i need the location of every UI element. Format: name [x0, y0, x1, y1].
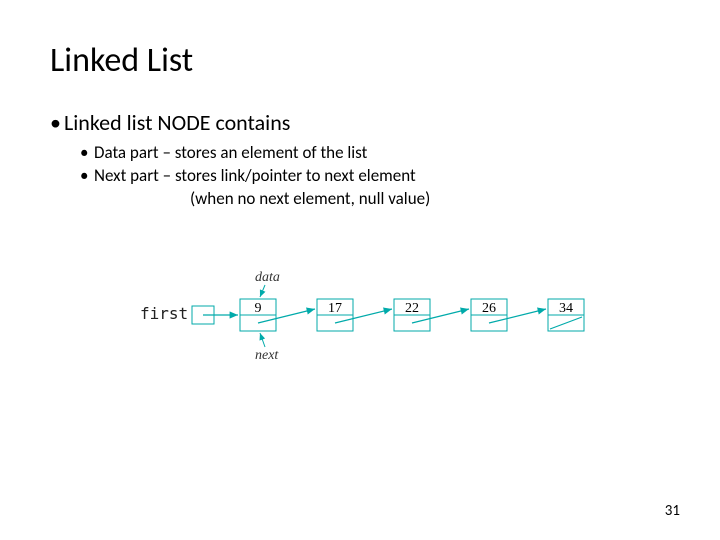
bullet-dot: • — [80, 165, 94, 186]
bullet-text: Linked list NODE contains — [64, 109, 290, 136]
node-3: 26 — [471, 299, 546, 331]
node-value: 17 — [328, 301, 342, 316]
next-label: next — [255, 348, 279, 363]
node-arrow — [489, 309, 546, 323]
null-slash — [550, 317, 582, 329]
node-0: 9 — [240, 299, 315, 331]
bullet-dot: • — [80, 142, 94, 163]
bullet-level1: •Linked list NODE contains — [50, 109, 670, 136]
node-arrow — [258, 309, 315, 323]
node-2: 22 — [394, 299, 469, 331]
node-value: 34 — [559, 301, 573, 316]
slide-title: Linked List — [50, 40, 670, 81]
node-arrow — [412, 309, 469, 323]
node-4: 34 — [548, 299, 584, 331]
bullet-level2: •Data part – stores an element of the li… — [80, 142, 670, 163]
linked-list-diagram: data next first 9 17 — [140, 269, 670, 369]
first-label: first — [140, 304, 188, 323]
node-1: 17 — [317, 299, 392, 331]
bullet-dot: • — [50, 109, 64, 136]
node-arrow — [335, 309, 392, 323]
data-label: data — [255, 270, 280, 285]
slide: Linked List •Linked list NODE contains •… — [0, 0, 720, 540]
node-value: 26 — [482, 301, 496, 316]
bullet-level2: •Next part – stores link/pointer to next… — [80, 165, 670, 186]
node-value: 9 — [255, 301, 262, 316]
diagram-svg: data next first 9 17 — [140, 269, 620, 364]
page-number: 31 — [665, 502, 680, 520]
bullet-text: Next part – stores link/pointer to next … — [94, 165, 416, 186]
bullet-text: Data part – stores an element of the lis… — [94, 142, 367, 163]
bullet-level2-continuation: (when no next element, null value) — [190, 188, 670, 209]
node-value: 22 — [405, 301, 419, 316]
